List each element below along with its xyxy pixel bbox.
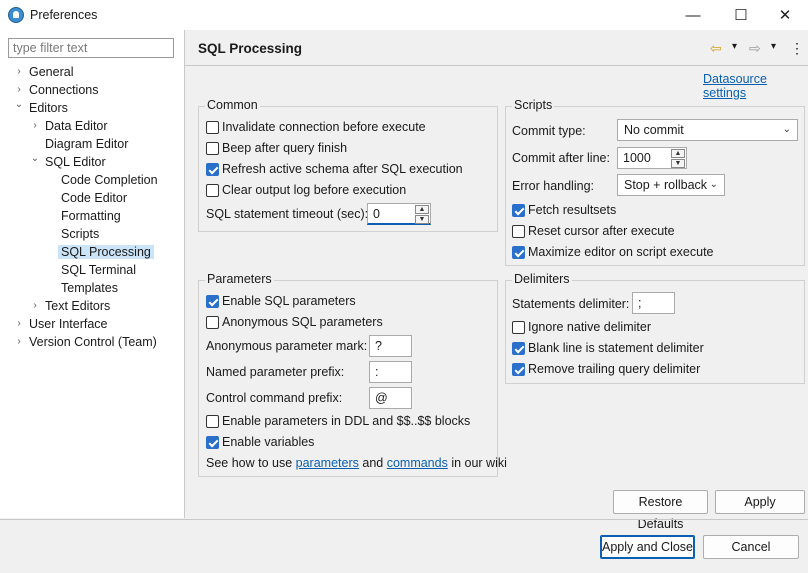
tree-item-connections[interactable]: › Connections (17, 81, 98, 99)
tree-item-general[interactable]: › General (17, 63, 73, 81)
footer-divider (0, 519, 808, 520)
page-title: SQL Processing (198, 41, 303, 56)
checkbox-box[interactable] (206, 415, 219, 428)
parameters-wiki-link[interactable]: parameters (296, 456, 359, 470)
tree-item-scripts[interactable]: Scripts (61, 225, 99, 243)
stepper-arrows[interactable]: ▲ ▼ (415, 204, 429, 224)
stepper-down-icon[interactable]: ▼ (671, 159, 685, 168)
checkbox-box-checked[interactable] (512, 204, 525, 217)
forward-arrow-icon[interactable]: ⇨ (749, 40, 761, 57)
delimiters-group-title: Delimiters (512, 272, 572, 286)
chevron-right-icon[interactable]: › (14, 333, 24, 351)
control-command-prefix-input[interactable]: @ (369, 387, 412, 409)
filter-input[interactable] (8, 38, 174, 58)
checkbox-box[interactable] (206, 316, 219, 329)
common-group-title: Common (205, 98, 260, 112)
anonymous-parameter-mark-label: Anonymous parameter mark: (206, 339, 368, 353)
chevron-down-icon: ⌄ (782, 124, 791, 135)
checkbox-box-checked[interactable] (206, 295, 219, 308)
checkbox-box[interactable] (206, 121, 219, 134)
commit-after-line-stepper[interactable]: 1000 ▲ ▼ (617, 147, 687, 169)
cancel-button[interactable]: Cancel (703, 535, 799, 559)
checkbox-box-checked[interactable] (206, 163, 219, 176)
commit-type-select[interactable]: No commit ⌄ (617, 119, 798, 141)
commands-wiki-link[interactable]: commands (387, 456, 448, 470)
chevron-down-icon[interactable]: ⌄ (30, 150, 40, 168)
checkbox-box-checked[interactable] (512, 246, 525, 259)
tree-item-version-control[interactable]: › Version Control (Team) (17, 333, 157, 351)
maximize-button[interactable]: ☐ (718, 0, 764, 30)
tree-item-code-completion[interactable]: Code Completion (61, 171, 158, 189)
parameters-group-title: Parameters (205, 272, 274, 286)
stepper-down-icon[interactable]: ▼ (415, 215, 429, 224)
back-arrow-icon[interactable]: ⇦ (710, 40, 722, 57)
named-parameter-prefix-input[interactable]: : (369, 361, 412, 383)
tree-item-sql-processing[interactable]: SQL Processing (58, 243, 154, 261)
wiki-help-text: See how to use parameters and commands i… (206, 456, 507, 470)
stepper-up-icon[interactable]: ▲ (415, 205, 429, 214)
tree-item-sql-terminal[interactable]: SQL Terminal (61, 261, 136, 279)
tree-item-templates[interactable]: Templates (61, 279, 118, 297)
checkbox-box[interactable] (206, 142, 219, 155)
tree-item-code-editor[interactable]: Code Editor (61, 189, 127, 207)
chevron-right-icon[interactable]: › (14, 315, 24, 333)
chevron-right-icon[interactable]: › (30, 117, 40, 135)
datasource-settings-link[interactable]: Datasource settings (703, 72, 808, 100)
apply-and-close-button[interactable]: Apply and Close (600, 535, 695, 559)
timeout-label: SQL statement timeout (sec): (206, 207, 369, 221)
view-menu-icon[interactable]: ⋮ (790, 40, 804, 57)
anonymous-parameter-mark-input[interactable]: ? (369, 335, 412, 357)
checkbox-box-checked[interactable] (512, 342, 525, 355)
tree-item-text-editors[interactable]: › Text Editors (33, 297, 110, 315)
checkbox-box[interactable] (206, 184, 219, 197)
statements-delimiter-label: Statements delimiter: (512, 297, 630, 311)
statements-delimiter-input[interactable]: ; (632, 292, 675, 314)
tree-item-formatting[interactable]: Formatting (61, 207, 121, 225)
minimize-button[interactable]: — (670, 0, 716, 30)
tree-item-sql-editor[interactable]: ⌄ SQL Editor (31, 153, 106, 171)
error-handling-select[interactable]: Stop + rollback ⌄ (617, 174, 725, 196)
chevron-down-icon[interactable]: ⌄ (14, 96, 24, 114)
commit-type-label: Commit type: (512, 124, 586, 138)
commit-after-line-label: Commit after line: (512, 151, 610, 165)
tree-item-data-editor[interactable]: › Data Editor (33, 117, 107, 135)
tree-item-diagram-editor[interactable]: Diagram Editor (45, 135, 128, 153)
checkbox-box-checked[interactable] (512, 363, 525, 376)
window-title: Preferences (30, 8, 98, 22)
chevron-down-icon: ⌄ (709, 179, 718, 190)
stepper-arrows[interactable]: ▲ ▼ (671, 148, 685, 168)
scripts-group-title: Scripts (512, 98, 555, 112)
control-command-prefix-label: Control command prefix: (206, 391, 343, 405)
restore-defaults-button[interactable]: Restore Defaults (613, 490, 708, 531)
header-divider (185, 65, 808, 66)
close-button[interactable]: ✕ (762, 0, 808, 30)
checkbox-box-checked[interactable] (206, 436, 219, 449)
checkbox-box[interactable] (512, 321, 525, 334)
error-handling-label: Error handling: (512, 179, 594, 193)
timeout-stepper[interactable]: 0 ▲ ▼ (367, 203, 431, 225)
chevron-right-icon[interactable]: › (14, 63, 24, 81)
forward-history-dropdown-icon[interactable]: ▾ (771, 41, 776, 52)
tree-item-user-interface[interactable]: › User Interface (17, 315, 107, 333)
stepper-up-icon[interactable]: ▲ (671, 149, 685, 158)
apply-button[interactable]: Apply (715, 490, 805, 514)
app-icon (8, 7, 24, 23)
tree-item-editors[interactable]: ⌄ Editors (15, 99, 68, 117)
checkbox-box[interactable] (512, 225, 525, 238)
back-history-dropdown-icon[interactable]: ▾ (732, 41, 737, 52)
chevron-right-icon[interactable]: › (30, 297, 40, 315)
title-bar: Preferences — ☐ ✕ (0, 0, 808, 30)
named-parameter-prefix-label: Named parameter prefix: (206, 365, 345, 379)
